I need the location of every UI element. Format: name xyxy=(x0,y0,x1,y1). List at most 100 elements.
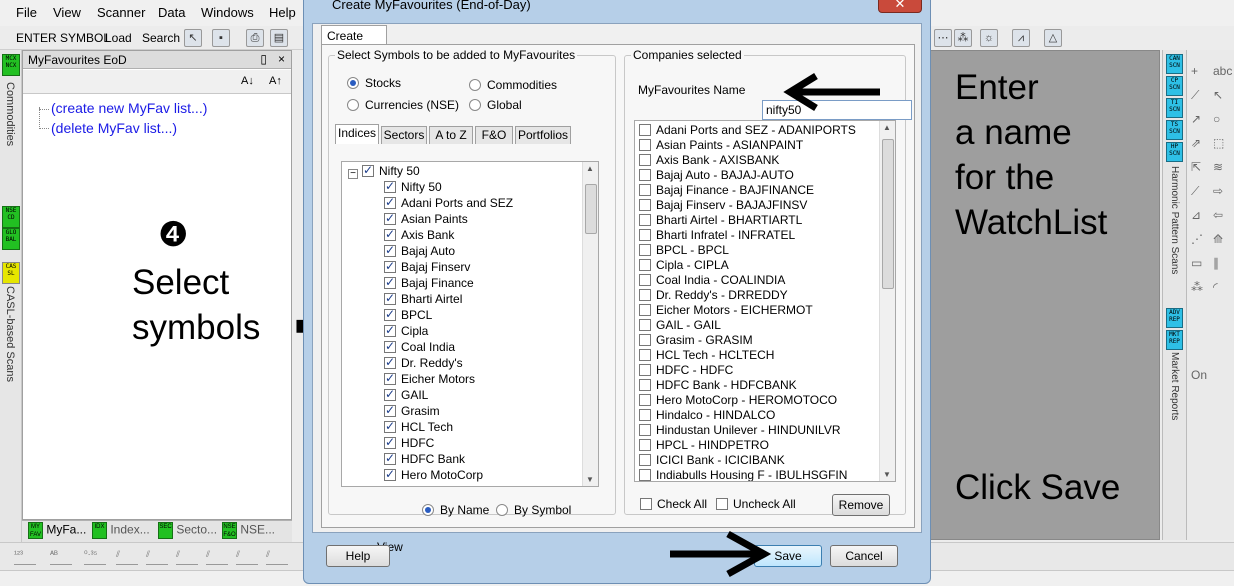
checkbox[interactable] xyxy=(384,371,396,385)
print-preview-icon[interactable]: ▤ xyxy=(270,29,288,47)
company-row[interactable]: HDFC Bank - HDFCBANK xyxy=(639,378,797,394)
checkbox[interactable] xyxy=(639,169,651,181)
company-row[interactable]: Bharti Airtel - BHARTIARTL xyxy=(639,213,802,229)
company-row[interactable]: Dr. Reddy's - DRREDDY xyxy=(639,288,788,304)
companies-scrollbar[interactable]: ▲ ▼ xyxy=(879,121,895,481)
triangle-icon[interactable]: △ xyxy=(1044,29,1062,47)
subtab-fo[interactable]: F&O xyxy=(475,126,513,144)
checkbox[interactable] xyxy=(384,403,396,417)
menu-windows[interactable]: Windows xyxy=(201,5,254,20)
tool-icon[interactable]: ⫽ xyxy=(236,549,258,565)
radio-global[interactable]: Global xyxy=(469,98,522,112)
company-row[interactable]: Coal India - COALINDIA xyxy=(639,273,785,289)
checkbox[interactable] xyxy=(639,289,651,301)
close-icon[interactable]: × xyxy=(278,52,285,66)
delete-myfav-link[interactable]: (delete MyFav list...) xyxy=(51,120,177,136)
commodities-side-tab[interactable]: Commodities xyxy=(4,82,16,146)
company-row[interactable]: Grasim - GRASIM xyxy=(639,333,753,349)
checkbox[interactable] xyxy=(384,419,396,433)
symbol-row[interactable]: HDFC xyxy=(384,435,434,452)
subtab-a-to-z[interactable]: A to Z xyxy=(429,126,473,144)
checkbox[interactable] xyxy=(384,387,396,401)
sort-ascending-button[interactable]: A↓ xyxy=(241,75,254,87)
symbol-row[interactable]: Grasim xyxy=(384,403,440,420)
symbol-row[interactable]: GAIL xyxy=(384,387,428,404)
checkbox[interactable] xyxy=(639,124,651,136)
symbol-row[interactable]: Asian Paints xyxy=(384,211,468,228)
radio-currencies[interactable]: Currencies (NSE) xyxy=(347,98,459,112)
pin-icon[interactable]: ▯ xyxy=(260,52,267,66)
casl-badge[interactable]: CAS SL xyxy=(2,262,20,284)
draw-tool[interactable]: ↗ ○ xyxy=(1187,108,1234,131)
global-badge[interactable]: GLO BAL xyxy=(2,228,20,250)
company-row[interactable]: Bajaj Auto - BAJAJ-AUTO xyxy=(639,168,794,184)
uncheck-all-option[interactable]: Uncheck All xyxy=(716,497,796,511)
studies-icon[interactable]: ⁂ xyxy=(954,29,972,47)
checkbox[interactable] xyxy=(640,498,652,510)
draw-tool[interactable]: ▭ ∥ xyxy=(1187,252,1234,275)
checkbox[interactable] xyxy=(639,244,651,256)
dialog-close-button[interactable]: ✕ xyxy=(878,0,922,13)
company-row[interactable]: Bajaj Finserv - BAJAJFINSV xyxy=(639,198,807,214)
checkbox[interactable] xyxy=(384,195,396,209)
tool-icon[interactable]: ⫽ xyxy=(176,549,198,565)
sort-descending-button[interactable]: A↑ xyxy=(269,75,282,87)
menu-view[interactable]: View xyxy=(53,5,81,20)
checkbox[interactable] xyxy=(384,307,396,321)
create-myfav-link[interactable]: (create new MyFav list...) xyxy=(51,100,207,116)
checkbox[interactable] xyxy=(384,339,396,353)
company-row[interactable]: Hindustan Unilever - HINDUNILVR xyxy=(639,423,841,439)
symbol-row[interactable]: Cipla xyxy=(384,323,428,340)
checkbox[interactable] xyxy=(384,435,396,449)
checkbox[interactable] xyxy=(639,259,651,271)
company-row[interactable]: Adani Ports and SEZ - ADANIPORTS xyxy=(639,123,856,139)
cp-scn-badge[interactable]: CP SCN xyxy=(1166,76,1183,96)
company-row[interactable]: Axis Bank - AXISBANK xyxy=(639,153,779,169)
symbol-row[interactable]: Nifty 50 xyxy=(384,179,442,196)
cursor-tool-icon[interactable]: ↖ xyxy=(184,29,202,47)
checkbox[interactable] xyxy=(639,139,651,151)
subtab-sectors[interactable]: Sectors xyxy=(381,126,427,144)
checkbox[interactable] xyxy=(384,259,396,273)
checkbox[interactable] xyxy=(639,184,651,196)
casl-scans-side-tab[interactable]: CASL-based Scans xyxy=(4,286,16,382)
symbol-row[interactable]: Adani Ports and SEZ xyxy=(384,195,513,212)
scroll-up-icon[interactable]: ▲ xyxy=(586,164,594,173)
checkbox[interactable] xyxy=(639,424,651,436)
collapse-icon[interactable]: − xyxy=(348,169,358,179)
scroll-thumb[interactable] xyxy=(585,184,597,234)
company-row[interactable]: Bharti Infratel - INFRATEL xyxy=(639,228,795,244)
company-row[interactable]: Bajaj Finance - BAJFINANCE xyxy=(639,183,814,199)
checkbox[interactable] xyxy=(639,229,651,241)
ts-scn-badge[interactable]: TS SCN xyxy=(1166,120,1183,140)
radio-stocks[interactable]: Stocks xyxy=(347,76,401,90)
checkbox[interactable] xyxy=(639,379,651,391)
tree-root[interactable]: − Nifty 50 xyxy=(348,163,420,180)
symbol-row[interactable]: Coal India xyxy=(384,339,455,356)
mkt-rep-badge[interactable]: MKT REP xyxy=(1166,330,1183,350)
tool-icon[interactable]: ⫽ xyxy=(116,549,138,565)
company-row[interactable]: Hero MotoCorp - HEROMOTOCO xyxy=(639,393,837,409)
help-button[interactable]: Help xyxy=(326,545,390,567)
signals-icon[interactable]: ☼ xyxy=(980,29,998,47)
draw-tool[interactable]: ⇗ ⬚ xyxy=(1187,132,1234,155)
company-row[interactable]: Eicher Motors - EICHERMOT xyxy=(639,303,813,319)
symbol-row[interactable]: Bharti Airtel xyxy=(384,291,462,308)
tool-icon[interactable]: ⫽ xyxy=(206,549,228,565)
tab-myfav[interactable]: MY FAV MyFa... xyxy=(28,522,86,542)
can-scn-badge[interactable]: CAN SCN xyxy=(1166,54,1183,74)
draw-tool[interactable]: On xyxy=(1187,364,1234,387)
checkbox[interactable] xyxy=(384,275,396,289)
checkbox[interactable] xyxy=(639,304,651,316)
hp-scn-badge[interactable]: HP SCN xyxy=(1166,142,1183,162)
pattern-icon[interactable]: ⩘ xyxy=(1012,29,1030,47)
tool-icon[interactable]: ⫽ xyxy=(146,549,168,565)
checkbox[interactable] xyxy=(716,498,728,510)
checkbox[interactable] xyxy=(639,454,651,466)
print-icon[interactable]: ⎙ xyxy=(246,29,264,47)
checkbox[interactable] xyxy=(639,274,651,286)
scroll-down-icon[interactable]: ▼ xyxy=(883,470,891,479)
checkbox[interactable] xyxy=(384,243,396,257)
checkbox[interactable] xyxy=(362,163,374,177)
menu-data[interactable]: Data xyxy=(158,5,185,20)
